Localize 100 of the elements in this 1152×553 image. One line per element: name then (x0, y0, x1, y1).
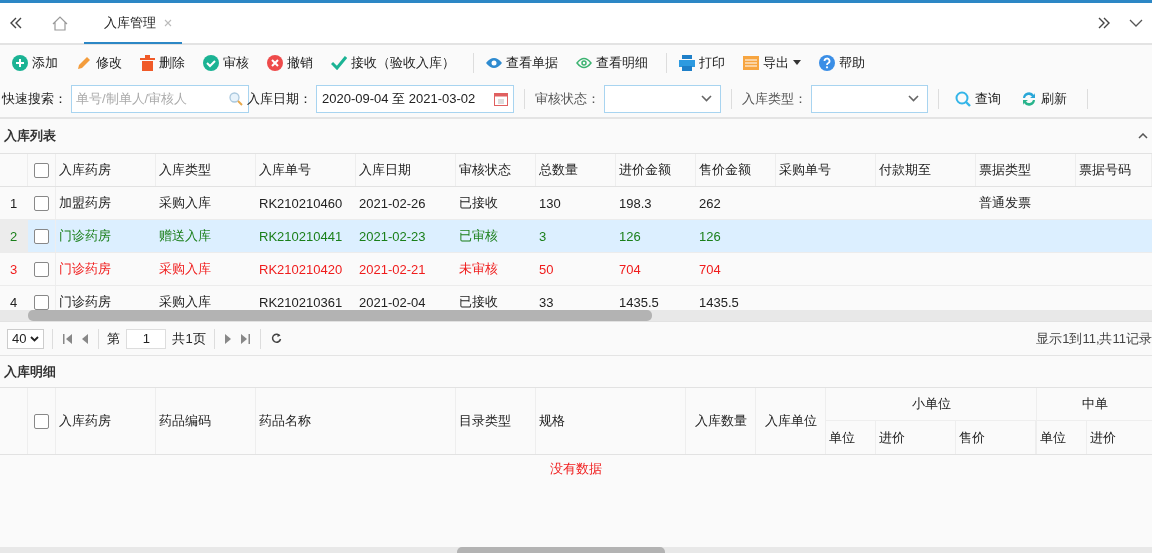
toolbar-button[interactable]: 删除 (134, 49, 191, 76)
checkbox[interactable] (34, 195, 49, 211)
toolbar-button[interactable]: 修改 (70, 49, 128, 76)
table-cell: 加盟药房 (59, 194, 111, 212)
pencil-icon (76, 54, 92, 71)
plus-icon (12, 54, 28, 71)
section-title: 入库列表 (4, 127, 56, 145)
horizontal-scrollbar[interactable] (0, 310, 1152, 321)
column-header: 售价 (959, 428, 985, 447)
filter-label: 快速搜索： (2, 89, 67, 108)
chevron-down-icon (701, 95, 712, 102)
table-cell: 704 (619, 261, 641, 277)
last-page-icon[interactable] (240, 333, 250, 344)
table-cell: RK210210420 (259, 261, 343, 277)
close-circle-icon (267, 54, 283, 71)
page-number-field[interactable]: 1 (126, 328, 167, 349)
checkbox[interactable] (34, 261, 49, 277)
table-cell: 普通发票 (979, 194, 1031, 212)
refresh-icon (1021, 90, 1037, 107)
toolbar-button[interactable]: 添加 (6, 49, 64, 76)
table-cell: 704 (699, 261, 721, 277)
filter-label: 入库日期： (247, 89, 312, 108)
column-header: 售价金额 (699, 161, 751, 179)
toolbar-button[interactable]: 刷新 (1015, 85, 1073, 112)
next-page-icon[interactable] (224, 333, 231, 344)
table-cell: 门诊药房 (59, 227, 111, 245)
table-cell: RK210210441 (259, 228, 343, 244)
table-cell: 已审核 (459, 227, 498, 245)
table-cell: 门诊药房 (59, 293, 111, 310)
table-cell: 50 (539, 261, 554, 277)
column-header: 审核状态 (459, 161, 511, 179)
table-cell: 采购入库 (159, 260, 211, 278)
column-header: 入库药房 (59, 161, 111, 179)
column-group-header: 中单 (1082, 395, 1108, 413)
toolbar-button[interactable]: 查询 (949, 85, 1007, 112)
column-header: 进价 (879, 428, 905, 447)
column-header: 入库类型 (159, 161, 211, 179)
table-cell: 2021-02-26 (359, 195, 426, 211)
toolbar-button[interactable]: 撤销 (261, 49, 319, 76)
toolbar-button[interactable]: 接收（验收入库） (325, 49, 461, 76)
toolbar-button[interactable]: 查看单据 (480, 49, 564, 76)
row-number: 1 (9, 195, 18, 211)
filter-label: 入库类型： (742, 89, 807, 108)
checkbox[interactable] (34, 294, 49, 310)
toolbar-button[interactable]: 查看明细 (570, 49, 654, 76)
column-header: 单位 (829, 428, 855, 447)
column-header: 入库日期 (359, 161, 411, 179)
toolbar-button[interactable]: 打印 (673, 49, 731, 76)
table-cell: 126 (699, 228, 721, 244)
table-cell: RK210210361 (259, 294, 343, 310)
table-cell: 已接收 (459, 194, 498, 212)
date-range-field[interactable]: 2020-09-04 至 2021-03-02 (316, 84, 514, 113)
search-icon (955, 90, 971, 107)
checkbox[interactable] (34, 413, 49, 429)
column-header: 单位 (1040, 428, 1066, 447)
column-header: 入库药房 (59, 412, 111, 430)
table-cell: 126 (619, 228, 641, 244)
table-cell: 已接收 (459, 293, 498, 310)
table-cell: 130 (539, 195, 561, 211)
chevron-down-icon (30, 335, 40, 342)
check-circle-icon (203, 54, 219, 71)
table-cell: 2021-02-23 (359, 228, 426, 244)
column-header: 药品名称 (259, 412, 311, 430)
document-icon (743, 55, 759, 70)
row-number: 2 (9, 228, 18, 244)
eye-icon (486, 56, 502, 69)
previous-page-icon[interactable] (82, 333, 89, 344)
first-page-icon[interactable] (63, 333, 73, 344)
column-header: 总数量 (539, 161, 578, 179)
table-cell: 采购入库 (159, 293, 211, 310)
page-total: 共1页 (172, 329, 206, 348)
table-cell: 未审核 (459, 260, 498, 278)
close-icon[interactable] (164, 19, 172, 27)
table-cell: 262 (699, 195, 721, 211)
table-cell: 3 (539, 228, 547, 244)
table-cell: 33 (539, 294, 554, 310)
page-size-select[interactable]: 40 (7, 328, 45, 349)
help-icon (819, 54, 835, 71)
row-number: 4 (9, 294, 18, 310)
tab[interactable]: 入库管理 (84, 4, 182, 44)
table-row[interactable]: 3 门诊药房 采购入库 RK210210420 2021-02-21 未审核 50 704 704 (0, 253, 1152, 286)
column-header: 目录类型 (459, 412, 511, 430)
column-header: 票据类型 (979, 161, 1031, 179)
checkbox[interactable] (34, 162, 49, 178)
column-header: 规格 (539, 412, 565, 430)
table-cell: 2021-02-04 (359, 294, 426, 310)
table-cell: 1435.5 (619, 294, 659, 310)
toolbar-button[interactable]: 帮助 (813, 49, 871, 76)
record-summary: 显示1到11,共11记录 (1036, 329, 1152, 348)
toolbar-button[interactable]: 审核 (197, 49, 255, 76)
checkbox[interactable] (34, 228, 49, 244)
table-cell: RK210210460 (259, 195, 343, 211)
chevron-down-icon (908, 95, 919, 102)
table-row[interactable]: 2 门诊药房 赠送入库 RK210210441 2021-02-23 已审核 3 126 126 (0, 220, 1152, 253)
toolbar-button[interactable]: 导出 (737, 49, 807, 76)
trash-icon (140, 54, 155, 71)
column-header: 药品编码 (159, 412, 211, 430)
collapse-icon[interactable] (1138, 133, 1148, 139)
column-header: 采购单号 (779, 161, 831, 179)
refresh-icon[interactable] (270, 333, 282, 344)
